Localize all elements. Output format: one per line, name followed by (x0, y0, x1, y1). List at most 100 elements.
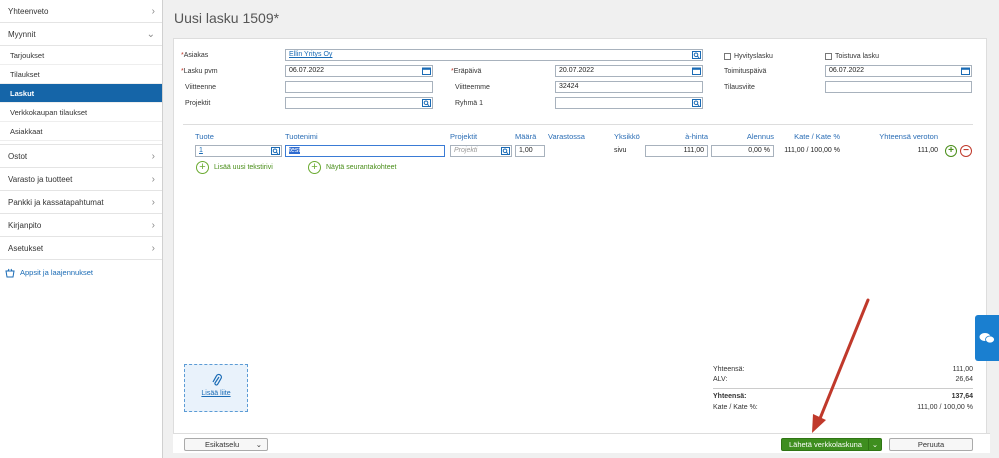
chat-bubbles-icon (979, 333, 995, 344)
credit-note-checkbox[interactable] (724, 53, 731, 60)
nav-purchases[interactable]: Ostot › (0, 145, 162, 168)
group-field[interactable] (555, 97, 703, 109)
apps-link[interactable]: Appsit ja laajennukset (5, 266, 93, 280)
paperclip-icon (212, 373, 222, 386)
order-ref-field[interactable] (825, 81, 972, 93)
chevron-right-icon: › (151, 197, 155, 208)
margin-label: Kate / Kate %: (713, 404, 758, 411)
chat-widget[interactable] (975, 315, 999, 361)
margin-value: 111,00 / 100,00 % (917, 404, 973, 411)
vat-value: 26,64 (955, 376, 973, 383)
row-product-name-field[interactable]: test (285, 145, 445, 157)
recurring-checkbox[interactable] (825, 53, 832, 60)
chevron-right-icon: › (151, 174, 155, 185)
chevron-right-icon: › (151, 6, 155, 17)
search-icon[interactable] (501, 147, 510, 155)
remove-row-icon[interactable]: − (960, 145, 972, 157)
add-row-icon[interactable]: + (945, 145, 957, 157)
total-value: 137,64 (951, 393, 973, 400)
vat-label: ALV: (713, 376, 728, 383)
invoice-date-label: *Lasku pvm (181, 68, 218, 75)
due-date-field[interactable]: 20.07.2022 (555, 65, 703, 77)
row-unit-price-field[interactable]: 111,00 (645, 145, 708, 157)
apps-link-label: Appsit ja laajennukset (20, 268, 93, 277)
sidebar-item-invoices[interactable]: Laskut (0, 84, 162, 103)
search-icon[interactable] (692, 99, 701, 107)
row-product-field[interactable]: 1 (195, 145, 282, 157)
sidebar-item-orders[interactable]: Tilaukset (0, 65, 162, 84)
due-date-label: *Eräpäivä (451, 68, 482, 75)
preview-button[interactable]: Esikatselu ⌄ (184, 438, 268, 451)
plus-circle-icon: + (196, 160, 209, 174)
group-label: Ryhmä 1 (455, 100, 484, 107)
calendar-icon[interactable] (422, 67, 431, 75)
projects-label: Projektit (185, 100, 211, 107)
search-icon[interactable] (692, 51, 701, 59)
order-ref-label: Tilausviite (724, 84, 755, 91)
sidebar-item-customers[interactable]: Asiakkaat (0, 122, 162, 141)
nav-settings[interactable]: Asetukset › (0, 237, 162, 260)
add-text-row-link[interactable]: + Lisää uusi tekstirivi (196, 160, 273, 174)
reference-label: Viitteenne (185, 84, 217, 91)
recurring-label: Toistuva lasku (835, 53, 879, 60)
chevron-right-icon: › (151, 243, 155, 254)
chevron-down-icon: ⌄ (255, 440, 262, 449)
row-unit: sivu (614, 147, 627, 154)
col-unit-price: à-hinta (685, 132, 708, 141)
page-title: Uusi lasku 1509* (174, 10, 280, 26)
nav-bank[interactable]: Pankki ja kassatapahtumat › (0, 191, 162, 214)
subtotal-label: Yhteensä: (713, 366, 745, 373)
col-discount: Alennus (746, 132, 774, 141)
invoice-date-field[interactable]: 06.07.2022 (285, 65, 433, 77)
our-reference-field[interactable]: 32424 (555, 81, 703, 93)
totals-divider (713, 388, 973, 389)
delivery-date-field[interactable]: 06.07.2022 (825, 65, 972, 77)
our-reference-label: Viitteemme (455, 84, 490, 91)
customer-field[interactable]: Ellin Yritys Oy (285, 49, 703, 61)
row-discount-field[interactable]: 0,00 % (711, 145, 774, 157)
col-margin: Kate / Kate % (794, 132, 840, 141)
send-einvoice-button[interactable]: Lähetä verkkolaskuna ⌄ (781, 438, 882, 451)
delivery-date-label: Toimituspäivä (724, 68, 767, 75)
add-attachment-dropzone[interactable]: Lisää liite (184, 364, 248, 412)
col-quantity: Määrä (515, 132, 537, 141)
chevron-right-icon: › (151, 220, 155, 231)
sidebar: Yhteenveto › Myynnit ⌄ Tarjoukset Tilauk… (0, 0, 163, 458)
plus-circle-icon: + (308, 160, 321, 174)
row-quantity-field[interactable]: 1,00 (515, 145, 545, 157)
search-icon[interactable] (422, 99, 431, 107)
chevron-right-icon: › (151, 151, 155, 162)
nav-inventory[interactable]: Varasto ja tuotteet › (0, 168, 162, 191)
calendar-icon[interactable] (961, 67, 970, 75)
col-total: Yhteensä veroton (879, 132, 938, 141)
sidebar-item-quotes[interactable]: Tarjoukset (0, 46, 162, 65)
nav-summary[interactable]: Yhteenveto › (0, 0, 162, 23)
nav-bank-label: Pankki ja kassatapahtumat (8, 198, 104, 207)
show-tracking-link[interactable]: + Näytä seurantakohteet (308, 160, 396, 174)
row-projects-field[interactable]: Projekti (450, 145, 512, 157)
nav-purchases-label: Ostot (8, 152, 28, 161)
search-icon[interactable] (271, 147, 280, 155)
nav-sales[interactable]: Myynnit ⌄ (0, 23, 162, 46)
nav-summary-label: Yhteenveto (8, 7, 49, 16)
customer-label: *Asiakas (181, 52, 209, 59)
calendar-icon[interactable] (692, 67, 701, 75)
preview-label: Esikatselu (205, 440, 240, 449)
subtotal-value: 111,00 (952, 366, 973, 373)
nav-sales-label: Myynnit (8, 30, 36, 39)
nav-inventory-label: Varasto ja tuotteet (8, 175, 73, 184)
chevron-down-icon: ⌄ (146, 29, 155, 40)
add-text-row-label: Lisää uusi tekstirivi (214, 163, 273, 171)
nav-bookkeeping[interactable]: Kirjanpito › (0, 214, 162, 237)
reference-field[interactable] (285, 81, 433, 93)
row-total: 111,00 (917, 147, 938, 154)
projects-field[interactable] (285, 97, 433, 109)
chevron-down-icon[interactable]: ⌄ (868, 439, 881, 450)
sidebar-item-webshop-orders[interactable]: Verkkokaupan tilaukset (0, 103, 162, 122)
row-margin: 111,00 / 100,00 % (784, 147, 840, 154)
show-tracking-label: Näytä seurantakohteet (326, 163, 397, 171)
col-unit: Yksikkö (614, 132, 640, 141)
send-label: Lähetä verkkolaskuna (789, 440, 862, 449)
total-label: Yhteensä: (713, 393, 747, 400)
cancel-button[interactable]: Peruuta (889, 438, 973, 451)
